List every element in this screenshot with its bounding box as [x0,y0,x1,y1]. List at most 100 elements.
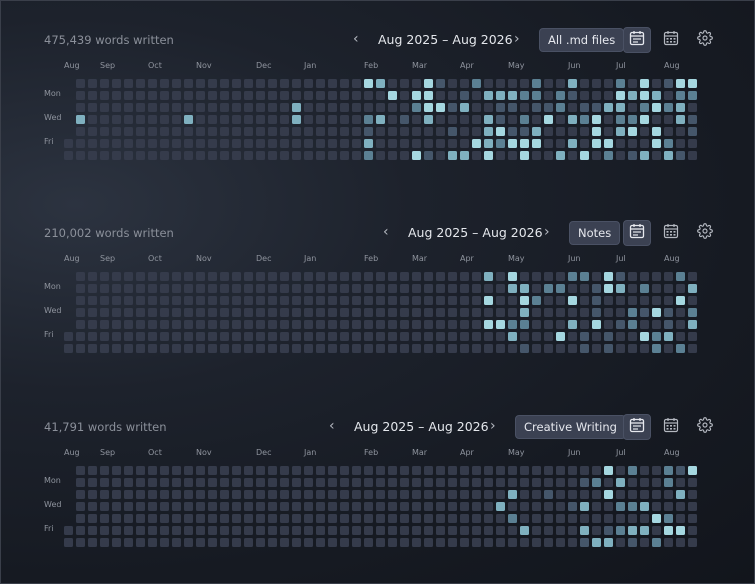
heatmap-cell[interactable] [628,308,637,317]
heatmap-cell[interactable] [544,284,553,293]
heatmap-cell[interactable] [172,296,181,305]
heatmap-cell[interactable] [568,514,577,523]
heatmap-cell[interactable] [388,103,397,112]
heatmap-cell[interactable] [76,526,85,535]
heatmap-cell[interactable] [88,478,97,487]
heatmap-cell[interactable] [112,151,121,160]
heatmap-cell[interactable] [448,466,457,475]
heatmap-cell[interactable] [184,296,193,305]
heatmap-cell[interactable] [568,490,577,499]
heatmap-cell[interactable] [604,91,613,100]
heatmap-cell[interactable] [640,344,649,353]
heatmap-cell[interactable] [556,466,565,475]
heatmap-cell[interactable] [196,514,205,523]
heatmap-cell[interactable] [64,332,73,341]
heatmap-cell[interactable] [304,79,313,88]
heatmap-cell[interactable] [244,115,253,124]
heatmap-cell[interactable] [100,139,109,148]
heatmap-cell[interactable] [460,79,469,88]
heatmap-cell[interactable] [448,332,457,341]
heatmap-cell[interactable] [508,538,517,547]
heatmap-cell[interactable] [604,296,613,305]
heatmap-cell[interactable] [124,526,133,535]
heatmap-cell[interactable] [328,538,337,547]
heatmap-cell[interactable] [568,284,577,293]
heatmap-cell[interactable] [400,91,409,100]
heatmap-cell[interactable] [592,490,601,499]
heatmap-cell[interactable] [76,514,85,523]
range-view-button[interactable] [623,414,651,440]
heatmap-cell[interactable] [100,538,109,547]
heatmap-cell[interactable] [256,538,265,547]
heatmap-cell[interactable] [664,272,673,281]
heatmap-cell[interactable] [496,103,505,112]
heatmap-cell[interactable] [640,320,649,329]
heatmap-cell[interactable] [544,296,553,305]
calendar-view-button[interactable] [657,414,685,440]
heatmap-cell[interactable] [244,127,253,136]
heatmap-cell[interactable] [316,502,325,511]
heatmap-cell[interactable] [400,151,409,160]
heatmap-cell[interactable] [688,502,697,511]
heatmap-cell[interactable] [460,296,469,305]
heatmap-cell[interactable] [160,284,169,293]
heatmap-cell[interactable] [532,127,541,136]
heatmap-cell[interactable] [484,91,493,100]
heatmap-cell[interactable] [424,478,433,487]
heatmap-cell[interactable] [676,466,685,475]
heatmap-cell[interactable] [244,308,253,317]
heatmap-cell[interactable] [448,151,457,160]
heatmap-cell[interactable] [172,79,181,88]
heatmap-cell[interactable] [304,490,313,499]
heatmap-cell[interactable] [328,332,337,341]
heatmap-cell[interactable] [580,79,589,88]
heatmap-cell[interactable] [616,151,625,160]
heatmap-cell[interactable] [664,538,673,547]
heatmap-cell[interactable] [532,308,541,317]
heatmap-cell[interactable] [376,478,385,487]
heatmap-cell[interactable] [352,490,361,499]
heatmap-cell[interactable] [376,320,385,329]
heatmap-cell[interactable] [388,490,397,499]
heatmap-cell[interactable] [508,115,517,124]
heatmap-cell[interactable] [568,115,577,124]
heatmap-cell[interactable] [460,115,469,124]
heatmap-cell[interactable] [364,344,373,353]
heatmap-cell[interactable] [544,272,553,281]
next-range-button[interactable]: › [514,31,520,47]
heatmap-cell[interactable] [388,115,397,124]
heatmap-cell[interactable] [640,296,649,305]
heatmap-cell[interactable] [76,284,85,293]
heatmap-cell[interactable] [508,526,517,535]
heatmap-cell[interactable] [616,296,625,305]
heatmap-cell[interactable] [268,284,277,293]
heatmap-cell[interactable] [196,320,205,329]
heatmap-cell[interactable] [100,332,109,341]
heatmap-cell[interactable] [148,490,157,499]
heatmap-cell[interactable] [304,502,313,511]
heatmap-cell[interactable] [580,514,589,523]
heatmap-cell[interactable] [304,115,313,124]
heatmap-cell[interactable] [184,115,193,124]
heatmap-cell[interactable] [472,296,481,305]
heatmap-cell[interactable] [100,466,109,475]
heatmap-cell[interactable] [568,526,577,535]
heatmap-cell[interactable] [196,91,205,100]
heatmap-cell[interactable] [496,79,505,88]
heatmap-cell[interactable] [112,526,121,535]
heatmap-cell[interactable] [364,103,373,112]
heatmap-cell[interactable] [100,502,109,511]
heatmap-cell[interactable] [556,127,565,136]
heatmap-cell[interactable] [460,272,469,281]
heatmap-cell[interactable] [172,502,181,511]
heatmap-cell[interactable] [340,320,349,329]
heatmap-cell[interactable] [316,490,325,499]
heatmap-cell[interactable] [160,526,169,535]
heatmap-cell[interactable] [412,127,421,136]
heatmap-cell[interactable] [460,284,469,293]
heatmap-cell[interactable] [184,308,193,317]
heatmap-cell[interactable] [112,284,121,293]
heatmap-cell[interactable] [496,478,505,487]
heatmap-cell[interactable] [232,103,241,112]
heatmap-cell[interactable] [316,103,325,112]
